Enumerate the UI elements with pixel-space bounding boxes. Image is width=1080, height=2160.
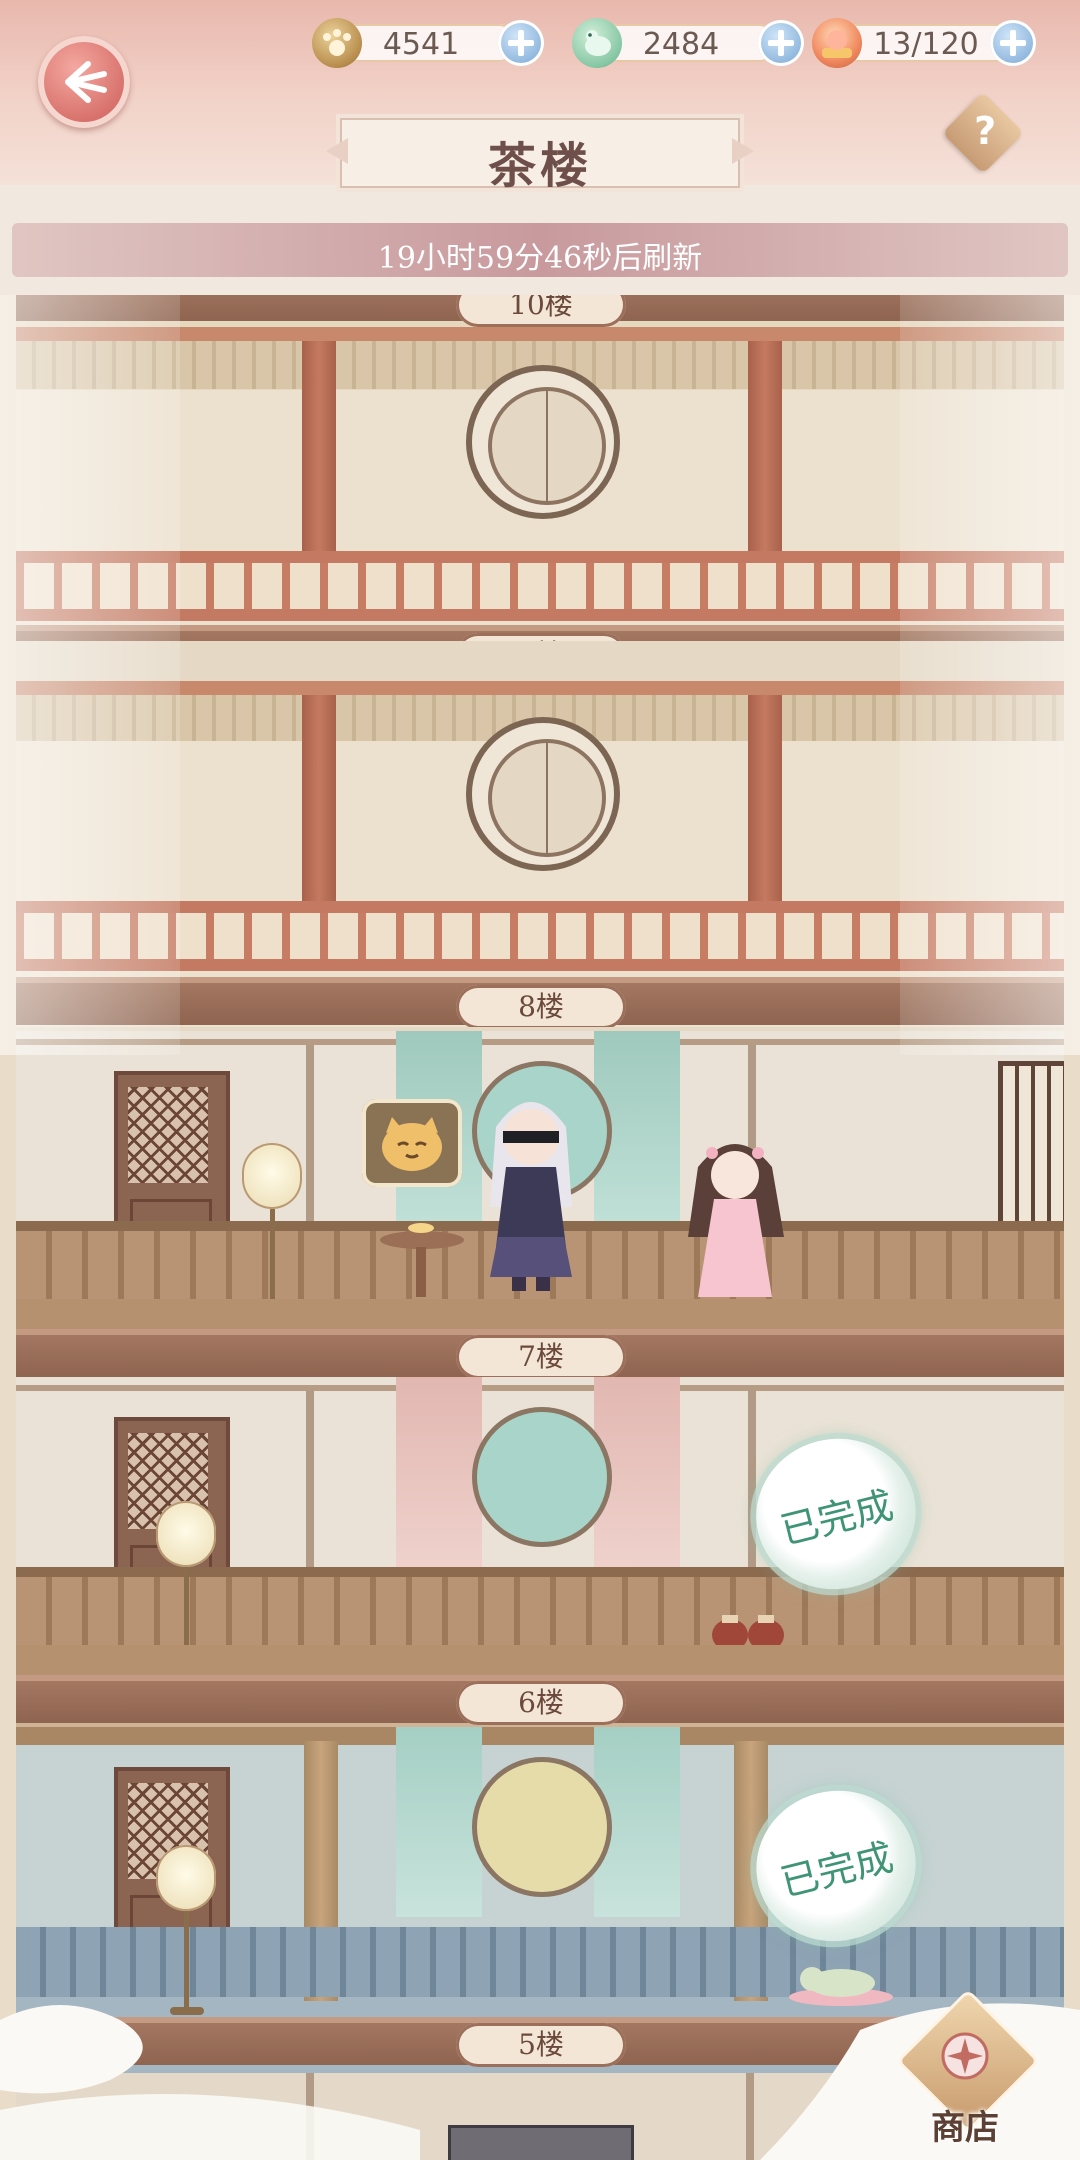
completed-label: 已完成 — [776, 1834, 898, 1906]
add-peach-buns-button[interactable] — [990, 20, 1036, 66]
peach-bun-icon — [812, 18, 862, 68]
add-jade-birds-button[interactable] — [758, 20, 804, 66]
round-window — [472, 1757, 612, 1897]
back-arrow-icon — [65, 61, 107, 103]
floor-label-5: 5楼 — [456, 2023, 626, 2067]
floor-label-10: 10楼 — [456, 295, 626, 327]
floor-room-6[interactable]: 已完成 6楼 — [16, 1377, 1064, 1727]
round-window — [466, 365, 620, 519]
cat-face-icon — [382, 1117, 442, 1171]
floor-room-8[interactable]: 8楼 — [16, 681, 1064, 1027]
shop-label: 商店 — [931, 2108, 999, 2148]
jade-bird-icon — [572, 18, 622, 68]
resource-peach-buns: 13/120 — [812, 18, 1062, 68]
round-window — [472, 1407, 612, 1547]
completed-label: 已完成 — [776, 1482, 898, 1554]
floor-room-7[interactable]: 7楼 — [16, 1031, 1064, 1377]
page-title: 茶楼 — [487, 138, 592, 194]
resource-paw-coins: 4541 — [312, 18, 552, 68]
jade-bird-value: 2484 — [642, 27, 720, 62]
floor-label-8: 8楼 — [456, 985, 626, 1027]
peach-bun-value: 13/120 — [873, 27, 979, 62]
add-paw-coins-button[interactable] — [498, 20, 544, 66]
floor-room-9[interactable]: 10楼 9楼 — [16, 295, 1064, 641]
character-blindfolded[interactable] — [476, 1087, 586, 1297]
compass-star-icon — [941, 2032, 989, 2080]
top-bar: 4541 2484 13/120 茶楼 ? — [0, 0, 1080, 194]
shop-button[interactable]: 商店 — [895, 1988, 1041, 2148]
floor-label-9: 9楼 — [456, 633, 626, 641]
refresh-countdown: 19小时59分46秒后刷新 — [377, 241, 703, 276]
floor-label-6: 6楼 — [456, 1681, 626, 1725]
refresh-banner: 19小时59分46秒后刷新 — [0, 185, 1080, 295]
back-button[interactable] — [38, 36, 130, 128]
paw-coin-icon — [312, 18, 362, 68]
help-button[interactable]: ? — [941, 91, 1025, 175]
cat-speech-bubble[interactable] — [362, 1099, 462, 1187]
question-icon: ? — [974, 108, 997, 153]
character-pink-dress[interactable] — [680, 1127, 790, 1307]
floor-label-7: 7楼 — [456, 1335, 626, 1377]
resource-jade-birds: 2484 — [572, 18, 812, 68]
round-window — [466, 717, 620, 871]
title-plate: 茶楼 — [340, 118, 740, 194]
paw-coin-value: 4541 — [382, 27, 460, 62]
sleeping-cat — [789, 1967, 893, 2006]
tea-house-building[interactable]: 10楼 9楼 8楼 — [16, 295, 1064, 2160]
